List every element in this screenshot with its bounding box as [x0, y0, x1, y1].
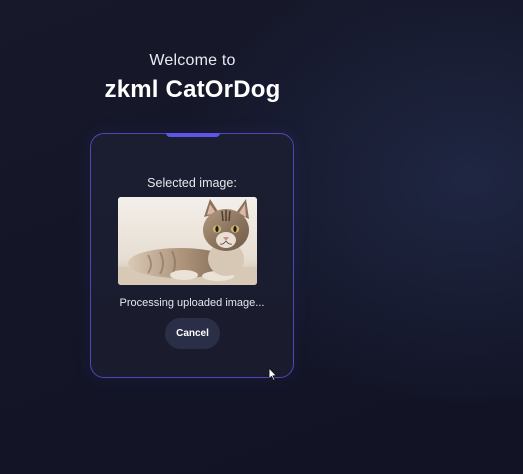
upload-card: Selected image: Processing uploaded imag…	[90, 133, 294, 378]
cancel-button[interactable]: Cancel	[165, 318, 220, 349]
welcome-text: Welcome to	[149, 52, 236, 69]
selected-image-label: Selected image:	[147, 176, 237, 190]
app-title: zkml CatOrDog	[104, 76, 281, 103]
cat-photo	[118, 197, 257, 285]
processing-status: Processing uploaded image...	[119, 297, 265, 309]
card-accent-bar	[166, 133, 220, 137]
selected-image-preview	[118, 197, 257, 285]
mouse-pointer-icon	[268, 367, 277, 381]
